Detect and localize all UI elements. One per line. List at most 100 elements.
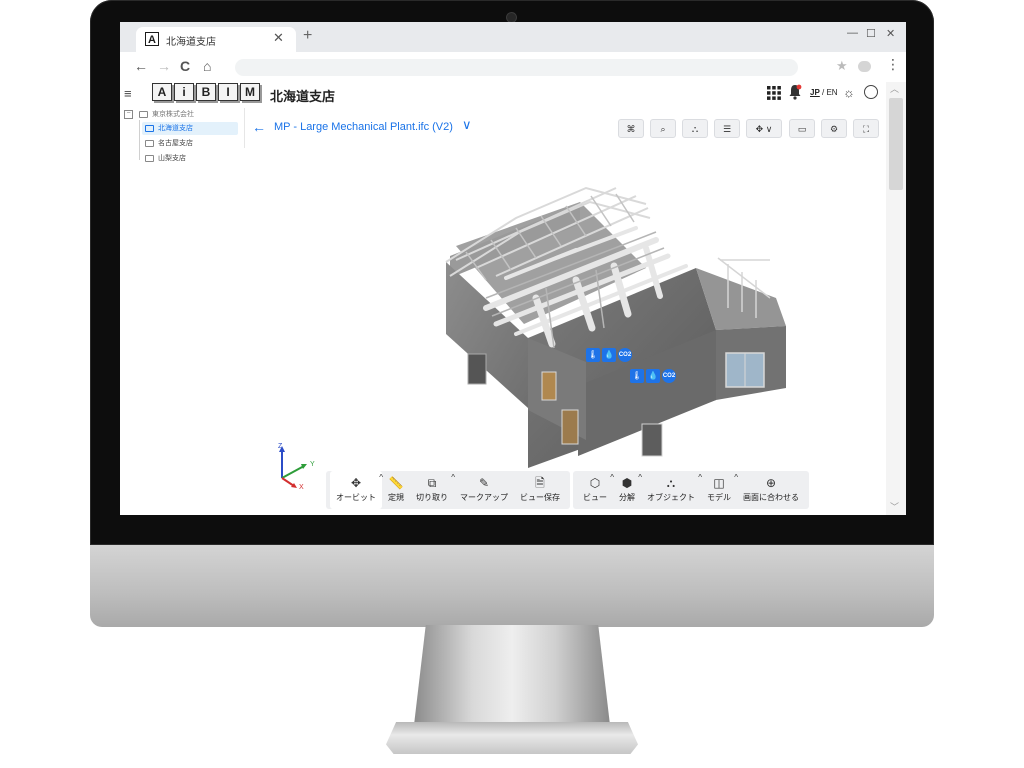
settings-icon[interactable]: ⚙	[821, 119, 847, 138]
fit-view-icon: ⊕	[765, 476, 777, 490]
maximize-button[interactable]: ☐	[866, 27, 876, 40]
language-switch[interactable]: JP / EN	[810, 88, 838, 97]
scrollbar[interactable]: ︿ ﹀	[886, 82, 906, 515]
markup-icon: ✎	[478, 476, 490, 490]
home-button[interactable]: ⌂	[203, 58, 211, 74]
logo-letter: B	[196, 83, 216, 101]
temperature-sensor-icon[interactable]: 🌡	[586, 348, 600, 362]
tree-icon[interactable]: ⛬	[682, 119, 708, 138]
tab-favicon-icon: A	[145, 32, 159, 46]
lang-jp[interactable]: JP	[810, 88, 820, 97]
model-title[interactable]: MP - Large Mechanical Plant.ifc (V2)	[274, 121, 453, 133]
hamburger-menu-icon[interactable]: ≡	[124, 86, 132, 101]
orbit-icon: ✥	[350, 476, 362, 490]
tree-root[interactable]: − 東京株式会社	[124, 108, 194, 121]
toolbar-label: オブジェクト	[647, 493, 695, 502]
logo-letter: M	[240, 83, 260, 101]
aibim-logo[interactable]: A i B I M	[152, 83, 260, 103]
orbit-button[interactable]: ^ ✥ オービット	[330, 471, 383, 509]
sidebar-item-hokkaido[interactable]: 北海道支店	[142, 122, 238, 135]
tree-root-label: 東京株式会社	[152, 111, 194, 118]
co2-sensor-icon[interactable]: CO2	[618, 348, 632, 362]
search-icon[interactable]: ⌕	[650, 119, 676, 138]
forward-button[interactable]: →	[157, 58, 171, 74]
objects-button[interactable]: ^ ⛬ オブジェクト	[641, 471, 702, 509]
section-icon: ⧉	[427, 476, 437, 490]
ruler-button[interactable]: 📏 定規	[382, 471, 410, 509]
model-icon: ◫	[713, 476, 725, 490]
reload-button[interactable]: C	[180, 58, 190, 74]
theme-toggle-icon[interactable]: ☼	[843, 85, 855, 100]
logo-letter: i	[174, 83, 194, 101]
toolbar-label: モデル	[707, 493, 731, 502]
tab-title: 北海道支店	[166, 37, 216, 48]
toolbar-group-tools: ^ ✥ オービット 📏 定規 ^ ⧉ 切り取り ✎ マークアップ 🗎 ビュー保存	[326, 471, 570, 509]
browser-tab[interactable]: A 北海道支店 ✕	[136, 27, 296, 52]
new-tab-button[interactable]: +	[303, 27, 312, 45]
model-button[interactable]: ^ ◫ モデル	[701, 471, 738, 509]
toolbar-label: 画面に合わせる	[743, 493, 799, 502]
axis-label-x: X	[299, 484, 304, 490]
scrollbar-thumb[interactable]	[889, 98, 903, 190]
apps-grid-icon[interactable]	[767, 86, 781, 100]
temperature-sensor-icon[interactable]: 🌡	[630, 369, 644, 383]
sensor-badge-group[interactable]: 🌡 💧 CO2	[586, 348, 632, 362]
collapse-toggle-icon[interactable]: −	[124, 109, 133, 119]
toolbar-group-view: ^ ⬡ ビュー ^ ⬢ 分解 ^ ⛬ オブジェクト ^ ◫ モデル ⊕ 画面に合	[573, 471, 809, 509]
sensor-badge-group[interactable]: 🌡 💧 CO2	[630, 369, 676, 383]
view-button[interactable]: ^ ⬡ ビュー	[577, 471, 614, 509]
profile-icon[interactable]	[858, 61, 871, 72]
logo-letter: A	[152, 83, 172, 101]
view-cube-icon: ⬡	[589, 476, 601, 490]
axis-label-z: Z	[278, 443, 283, 450]
viewer-toolbar: ^ ✥ オービット 📏 定規 ^ ⧉ 切り取り ✎ マークアップ 🗎 ビュー保存	[326, 471, 809, 511]
toolbar-label: 切り取り	[416, 493, 448, 502]
sidebar-item-nagoya[interactable]: 名古屋支店	[142, 137, 193, 150]
scroll-down-icon[interactable]: ﹀	[890, 500, 899, 513]
ruler-icon: 📏	[388, 476, 404, 490]
3d-viewport[interactable]: 🌡 💧 CO2 🌡 💧 CO2 Z Y X	[244, 148, 886, 515]
notification-bell-icon[interactable]	[788, 84, 802, 100]
navigation-icon[interactable]: ✥ ∨	[746, 119, 782, 138]
back-button[interactable]: ←	[134, 58, 148, 74]
monitor-stand	[414, 625, 610, 725]
screen: A 北海道支店 ✕ + — ☐ ✕ ← → C ⌂ ★ ⋮ ≡ A i B I …	[120, 22, 906, 515]
list-icon[interactable]: ☰	[714, 119, 740, 138]
chevron-down-icon[interactable]: ∨	[462, 117, 472, 133]
monitor-stand-base	[386, 722, 638, 754]
co2-sensor-icon[interactable]: CO2	[662, 369, 676, 383]
folder-icon	[145, 139, 154, 147]
back-arrow-icon[interactable]: ←	[252, 119, 266, 135]
sidebar-item-label: 名古屋支店	[158, 140, 193, 147]
organization-icon	[139, 110, 148, 118]
tab-close-button[interactable]: ✕	[273, 30, 284, 46]
scroll-up-icon[interactable]: ︿	[890, 82, 899, 95]
camera-icon	[507, 13, 516, 22]
minimize-button[interactable]: —	[847, 27, 858, 39]
axis-label-y: Y	[310, 461, 315, 468]
building-model[interactable]	[316, 148, 806, 468]
vr-icon[interactable]: ⌘	[618, 119, 644, 138]
explode-button[interactable]: ^ ⬢ 分解	[613, 471, 642, 509]
sidebar-item-yamanashi[interactable]: 山梨支店	[142, 152, 186, 165]
window-close-button[interactable]: ✕	[886, 27, 895, 40]
browser-menu-icon[interactable]: ⋮	[886, 56, 900, 73]
page-title: 北海道支店	[270, 89, 336, 104]
sidebar-tree: − 東京株式会社 北海道支店 名古屋支店 山梨支店	[120, 108, 245, 515]
app-header: ≡ A i B I M 北海道支店 JP / EN ☼	[120, 82, 886, 108]
save-view-button[interactable]: 🗎 ビュー保存	[514, 471, 566, 509]
bookmark-star-icon[interactable]: ★	[836, 58, 848, 74]
address-bar[interactable]	[235, 59, 798, 76]
folder-icon	[145, 124, 154, 132]
humidity-sensor-icon[interactable]: 💧	[646, 369, 660, 383]
fullscreen-icon[interactable]: ⛶	[853, 119, 879, 138]
lang-en[interactable]: EN	[826, 88, 837, 97]
explode-icon: ⬢	[621, 476, 633, 490]
monitor-chin	[90, 545, 934, 627]
markup-button[interactable]: ✎ マークアップ	[454, 471, 514, 509]
user-account-icon[interactable]	[864, 85, 878, 99]
section-button[interactable]: ^ ⧉ 切り取り	[410, 471, 455, 509]
camera-icon[interactable]: ▭	[789, 119, 815, 138]
fit-view-button[interactable]: ⊕ 画面に合わせる	[737, 471, 805, 509]
humidity-sensor-icon[interactable]: 💧	[602, 348, 616, 362]
